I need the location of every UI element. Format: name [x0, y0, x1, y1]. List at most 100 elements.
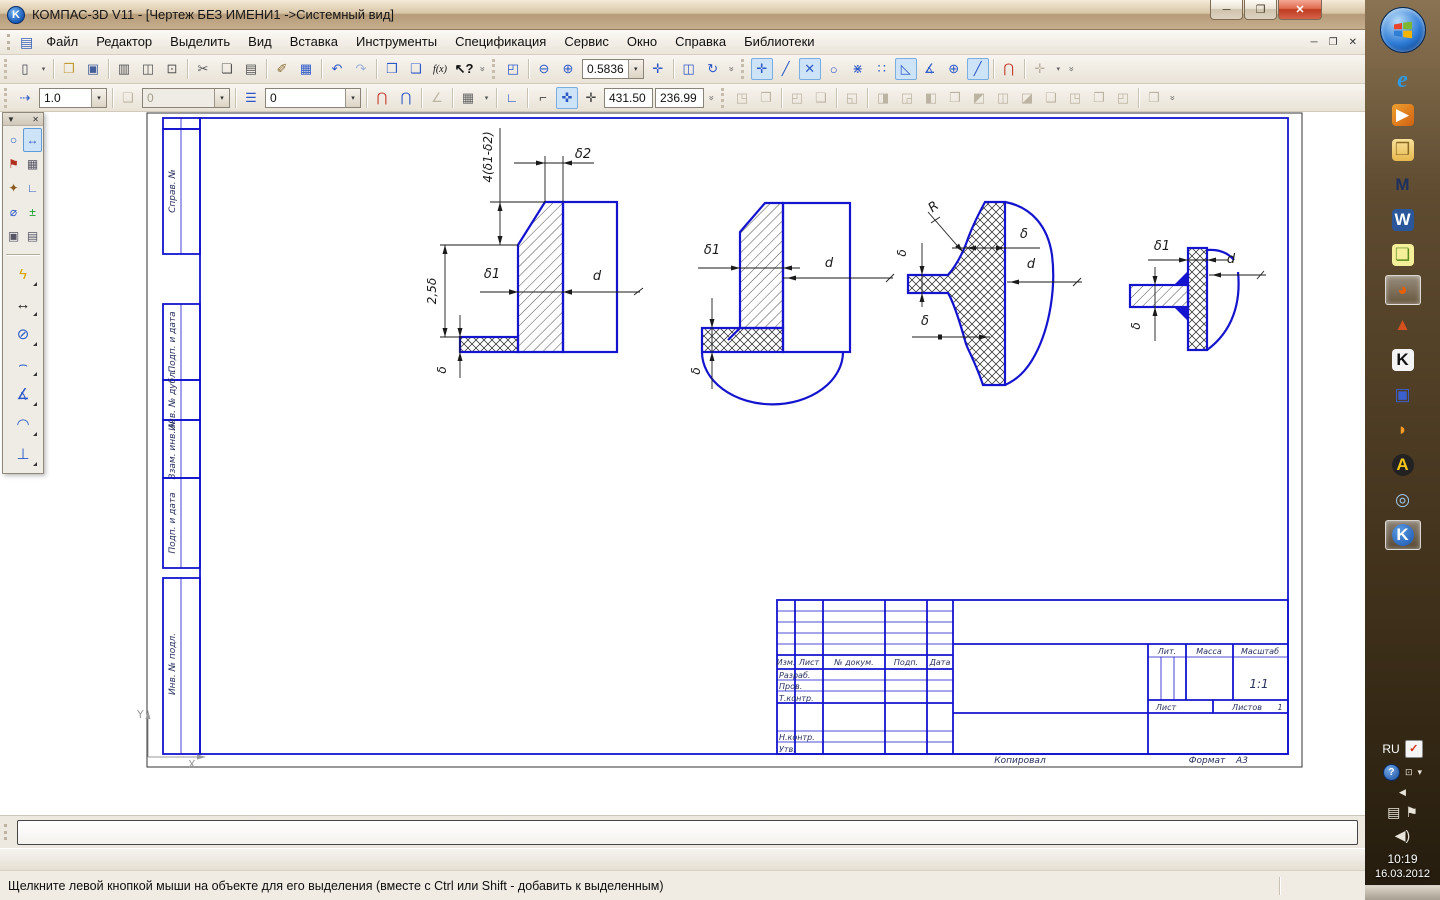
radial-dimension-tool[interactable]: ⌢ [6, 349, 40, 379]
collapse-icon[interactable]: ▼ [7, 115, 15, 124]
zoom-out-button[interactable]: ⊖ [533, 58, 555, 80]
disabled-3d-tool-10[interactable]: ◩ [968, 87, 990, 109]
taskbar-internet-explorer[interactable]: e [1385, 65, 1421, 95]
new-document-button[interactable]: ▯ [14, 58, 36, 80]
zoom-frame-button[interactable]: ◰ [502, 58, 524, 80]
expand-mini-icon[interactable]: ▾ [1418, 767, 1423, 778]
document-icon[interactable]: ▤ [20, 34, 33, 51]
taskbar-media-player[interactable]: ▶ [1385, 100, 1421, 130]
open-document-button[interactable]: ❐ [58, 58, 80, 80]
diameter-dimension-tool[interactable]: ⊘ [6, 319, 40, 349]
taskbar-matlab[interactable]: ▲ [1385, 310, 1421, 340]
selection-tool[interactable]: ± [23, 200, 42, 224]
disabled-3d-tool-8[interactable]: ◧ [920, 87, 942, 109]
menu-window[interactable]: Окно [618, 31, 666, 53]
menu-service[interactable]: Сервис [555, 31, 618, 53]
taskbar-m-app[interactable]: M [1385, 170, 1421, 200]
help-icon[interactable]: ? [1383, 764, 1400, 781]
fx-button[interactable]: f(x) [429, 58, 451, 80]
action-center-flag-icon[interactable]: ⚑ [1405, 804, 1418, 821]
taskbar-explorer-folder[interactable]: ❒ [1385, 135, 1421, 165]
coordinate-x-field[interactable]: 431.50 [604, 88, 653, 108]
snap-angle-button[interactable]: ∡ [919, 58, 941, 80]
save-document-button[interactable]: ▣ [82, 58, 104, 80]
drawing-canvas[interactable]: Справ. № Подп. и дата Инв. № дубл. Взам.… [0, 112, 1365, 815]
menu-file[interactable]: Файл [37, 31, 87, 53]
step-combo[interactable]: 1.0 ▾ [39, 88, 107, 108]
disabled-3d-tool-16[interactable]: ◰ [1112, 87, 1134, 109]
magnet-button[interactable]: ⋂ [998, 58, 1020, 80]
disabled-3d-tool-4[interactable]: ❑ [810, 87, 832, 109]
magnet-points-button[interactable]: ⋂ [371, 87, 393, 109]
print-button[interactable]: ▥ [113, 58, 135, 80]
cursor-step-button[interactable]: ⇢ [14, 87, 36, 109]
disabled-3d-tool-15[interactable]: ❐ [1088, 87, 1110, 109]
pan-button[interactable]: ✛ [647, 58, 669, 80]
snap-center-button[interactable]: ⊕ [943, 58, 965, 80]
taskbar-firefox[interactable]: ◕ [1385, 275, 1421, 305]
measure-tool[interactable]: ⌀ [4, 200, 23, 224]
print-preview-button[interactable]: ◫ [137, 58, 159, 80]
disabled-3d-tool-11[interactable]: ◫ [992, 87, 1014, 109]
local-cs-button[interactable]: ∟ [501, 87, 523, 109]
step-dropdown[interactable]: ▾ [91, 89, 106, 107]
snap-angular-button[interactable]: ◺ [895, 58, 917, 80]
menu-tools[interactable]: Инструменты [347, 31, 446, 53]
close-button[interactable]: ✕ [1278, 0, 1322, 20]
menu-specification[interactable]: Спецификация [446, 31, 555, 53]
disabled-3d-tool-9[interactable]: ❒ [944, 87, 966, 109]
show-document-button[interactable]: ◫ [678, 58, 700, 80]
property-input[interactable] [17, 820, 1358, 845]
snap-intersection-button[interactable]: ✕ [799, 58, 821, 80]
toolbar-overflow[interactable]: » [701, 92, 723, 104]
redo-button[interactable]: ↷ [350, 58, 372, 80]
taskbar-aimp[interactable]: A [1385, 450, 1421, 480]
disabled-3d-tool-2[interactable]: ❐ [755, 87, 777, 109]
hidden-icons-arrow[interactable]: ◀ [1399, 787, 1406, 798]
copy-button[interactable]: ❏ [216, 58, 238, 80]
new-document-dropdown[interactable]: ▾ [38, 58, 49, 80]
mdi-minimize-button[interactable]: ─ [1311, 37, 1318, 48]
dimensions-tool[interactable]: ↔ [23, 128, 42, 152]
menu-editor[interactable]: Редактор [87, 31, 161, 53]
grid-dropdown[interactable]: ▾ [481, 87, 492, 109]
taskbar-floppy-app[interactable]: ▣ [1385, 380, 1421, 410]
minimize-button[interactable]: ─ [1210, 0, 1243, 20]
disabled-3d-tool-7[interactable]: ◲ [896, 87, 918, 109]
snap-coordinates-button[interactable]: ✜ [556, 87, 578, 109]
snap-tangent-button[interactable]: ○ [823, 58, 845, 80]
spellcheck-icon[interactable]: ✓ [1405, 740, 1423, 758]
zoom-combo[interactable]: 0.5836 ▾ [582, 59, 644, 79]
taskbar-word[interactable]: W [1385, 205, 1421, 235]
magnet-move-button[interactable]: ⋂ [395, 87, 417, 109]
disabled-3d-tool-3[interactable]: ◰ [786, 87, 808, 109]
undo-button[interactable]: ↶ [326, 58, 348, 80]
toolbar-overflow[interactable]: » [1162, 92, 1184, 104]
orthogonal-button[interactable]: ⌐ [532, 87, 554, 109]
compact-panel-header[interactable]: ▼ ✕ [3, 113, 43, 126]
taskbar-sticky-notes[interactable]: ❏ [1385, 240, 1421, 270]
snap-midpoint-button[interactable]: ╱ [775, 58, 797, 80]
start-button[interactable] [1380, 7, 1426, 53]
step-value[interactable]: 1.0 [40, 91, 91, 105]
disabled-3d-tool-1[interactable]: ◳ [731, 87, 753, 109]
snap-grid-button[interactable]: ∷ [871, 58, 893, 80]
insert-object-button[interactable]: ⊡ [161, 58, 183, 80]
cut-button[interactable]: ✂ [192, 58, 214, 80]
disabled-3d-tool-12[interactable]: ◪ [1016, 87, 1038, 109]
disabled-3d-tool-6[interactable]: ◨ [872, 87, 894, 109]
menu-select[interactable]: Выделить [161, 31, 239, 53]
spreadsheet-button[interactable]: ▦ [295, 58, 317, 80]
close-panel-icon[interactable]: ✕ [32, 115, 39, 124]
zoom-dropdown[interactable]: ▾ [628, 60, 643, 78]
zoom-value[interactable]: 0.5836 [583, 62, 628, 76]
toolbar-grip[interactable] [4, 59, 8, 79]
layer-value[interactable]: 0 [266, 91, 345, 105]
linear-dimension-tool[interactable]: ↔ [6, 289, 40, 319]
toolbar-overflow[interactable]: » [721, 63, 743, 75]
paused-snaps-button[interactable]: ✛ [1029, 58, 1051, 80]
taskbar-clock[interactable]: 10:19 16.03.2012 [1375, 851, 1430, 882]
variables-button[interactable]: ❑ [405, 58, 427, 80]
arc-dimension-tool[interactable]: ◠ [6, 409, 40, 439]
specification-tool[interactable]: ▤ [23, 224, 42, 248]
